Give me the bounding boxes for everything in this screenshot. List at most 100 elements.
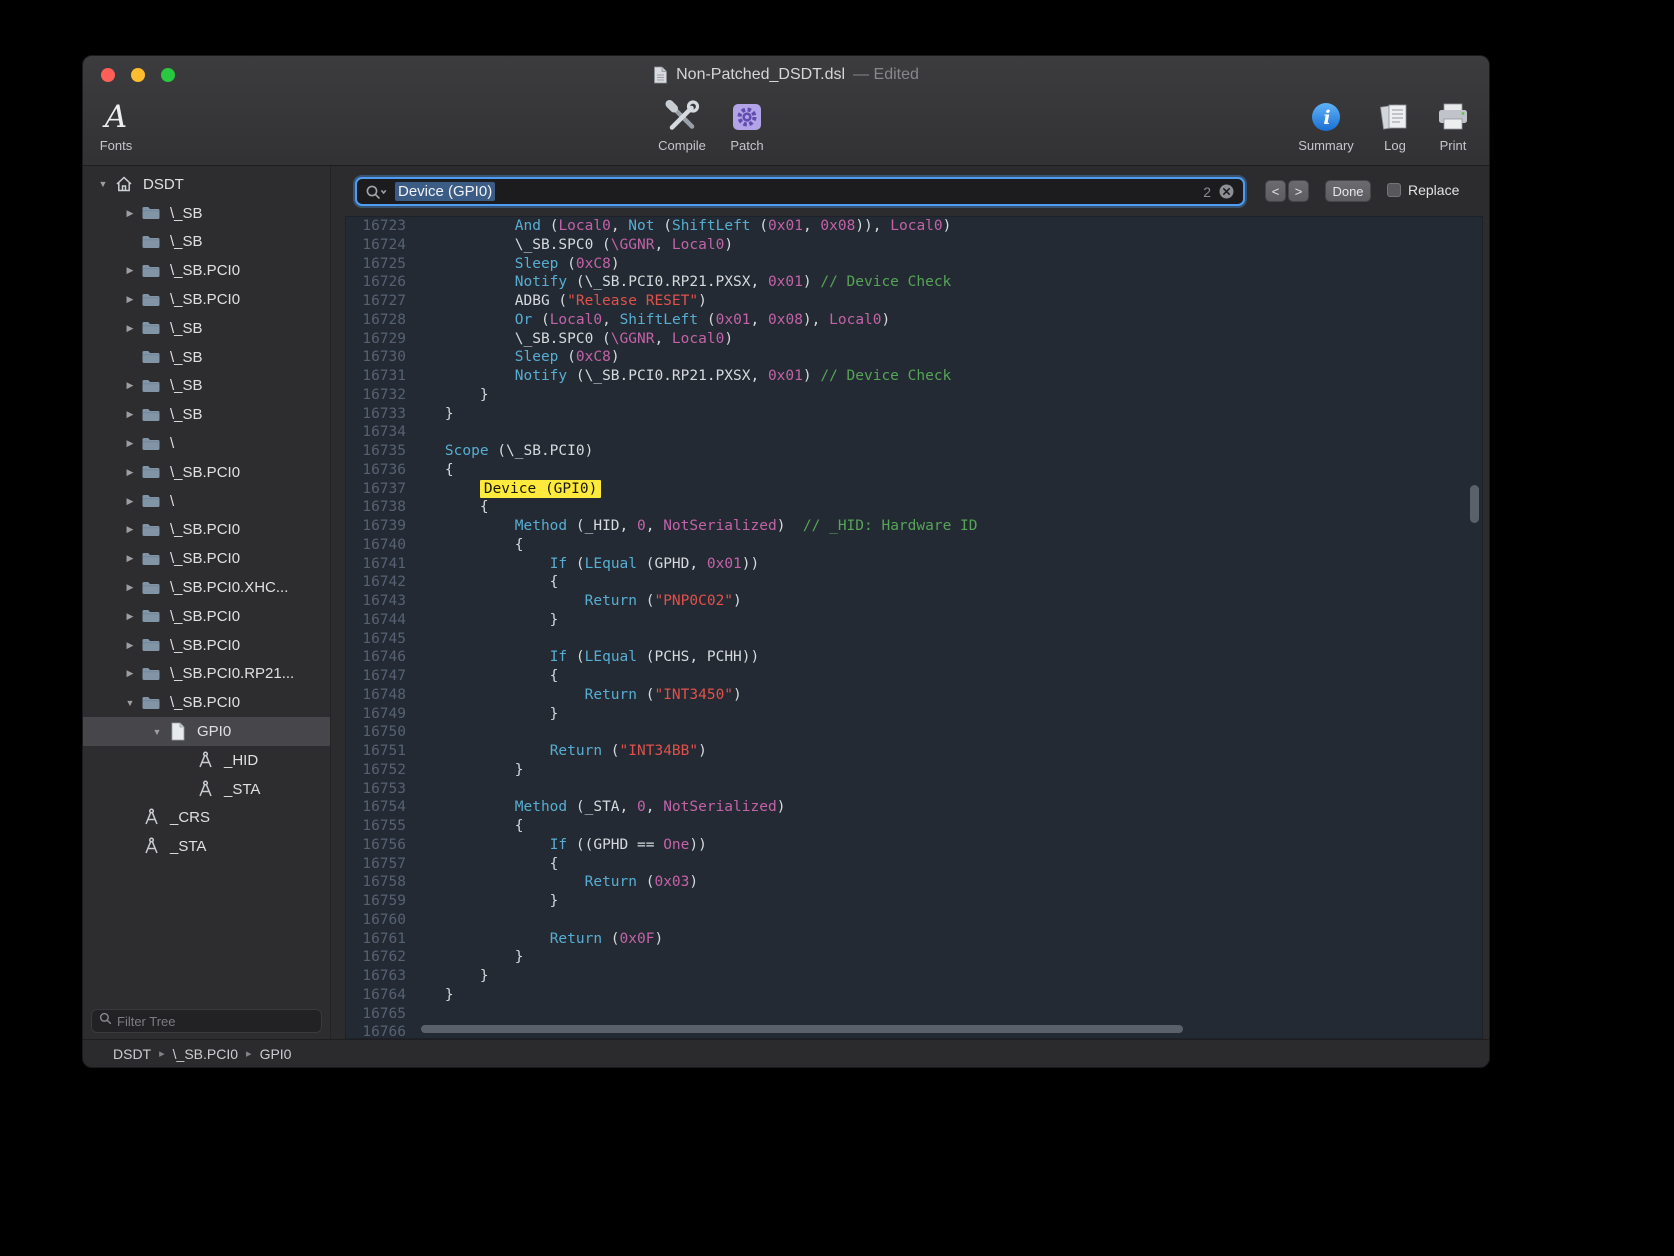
tree-item[interactable]: ▶\_SB (83, 372, 330, 401)
replace-checkbox[interactable] (1387, 183, 1401, 197)
disclosure-closed-icon[interactable]: ▶ (120, 496, 140, 507)
disclosure-closed-icon[interactable]: ▶ (120, 409, 140, 420)
disclosure-closed-icon[interactable]: ▶ (120, 208, 140, 219)
code-line[interactable]: 16742 { (346, 573, 1482, 592)
breadcrumb-item[interactable]: DSDT (113, 1046, 151, 1062)
clear-search-button[interactable] (1218, 183, 1235, 200)
disclosure-closed-icon[interactable]: ▶ (120, 438, 140, 449)
disclosure-closed-icon[interactable]: ▶ (120, 380, 140, 391)
code-line[interactable]: 16763 } (346, 967, 1482, 986)
tree-item[interactable]: ▶\_SB (83, 400, 330, 429)
tree-item[interactable]: ▼DSDT (83, 170, 330, 199)
disclosure-closed-icon[interactable]: ▶ (120, 265, 140, 276)
code-line[interactable]: 16745 (346, 630, 1482, 649)
code-line[interactable]: 16735 Scope (\_SB.PCI0) (346, 442, 1482, 461)
code-line[interactable]: 16762 } (346, 948, 1482, 967)
patch-button[interactable]: Patch (722, 97, 772, 153)
code-line[interactable]: 16755 { (346, 817, 1482, 836)
breadcrumb-item[interactable]: GPI0 (260, 1046, 292, 1062)
filter-tree-input[interactable] (117, 1014, 314, 1029)
tree-item[interactable]: ▶\_SB (83, 314, 330, 343)
summary-button[interactable]: i Summary (1290, 97, 1362, 153)
compile-button[interactable]: Compile (649, 97, 715, 153)
code-line[interactable]: 16741 If (LEqual (GPHD, 0x01)) (346, 555, 1482, 574)
disclosure-open-icon[interactable]: ▼ (120, 698, 140, 708)
done-button[interactable]: Done (1325, 180, 1371, 202)
code-line[interactable]: 16759 } (346, 892, 1482, 911)
tree-item[interactable]: ▶\_SB.PCI0 (83, 602, 330, 631)
zoom-button[interactable] (161, 68, 175, 82)
code-line[interactable]: 16732 } (346, 386, 1482, 405)
code-line[interactable]: 16758 Return (0x03) (346, 873, 1482, 892)
disclosure-open-icon[interactable]: ▼ (93, 179, 113, 189)
horizontal-scrollbar[interactable] (421, 1025, 1183, 1033)
tree-item[interactable]: ▼GPI0 (83, 717, 330, 746)
code-line[interactable]: 16729 \_SB.SPC0 (\GGNR, Local0) (346, 330, 1482, 349)
code-line[interactable]: 16740 { (346, 536, 1482, 555)
code-line[interactable]: 16725 Sleep (0xC8) (346, 255, 1482, 274)
code-line[interactable]: 16752 } (346, 761, 1482, 780)
tree-item[interactable]: ▶\ (83, 429, 330, 458)
code-line[interactable]: 16765 (346, 1005, 1482, 1024)
code-line[interactable]: 16739 Method (_HID, 0, NotSerialized) //… (346, 517, 1482, 536)
code-line[interactable]: 16738 { (346, 498, 1482, 517)
search-icon[interactable] (365, 184, 388, 200)
code-line[interactable]: 16748 Return ("INT3450") (346, 686, 1482, 705)
code-line[interactable]: 16736 { (346, 461, 1482, 480)
tree-item[interactable]: \_SB (83, 228, 330, 257)
code-line[interactable]: 16731 Notify (\_SB.PCI0.RP21.PXSX, 0x01)… (346, 367, 1482, 386)
code-line[interactable]: 16746 If (LEqual (PCHS, PCHH)) (346, 648, 1482, 667)
close-button[interactable] (101, 68, 115, 82)
disclosure-closed-icon[interactable]: ▶ (120, 640, 140, 651)
breadcrumb-item[interactable]: \_SB.PCI0 (173, 1046, 238, 1062)
tree-item[interactable]: ▶\ (83, 487, 330, 516)
disclosure-closed-icon[interactable]: ▶ (120, 553, 140, 564)
find-search-field[interactable]: Device (GPI0) 2 (355, 177, 1245, 206)
code-line[interactable]: 16743 Return ("PNP0C02") (346, 592, 1482, 611)
tree-item[interactable]: \_SB (83, 343, 330, 372)
code-line[interactable]: 16726 Notify (\_SB.PCI0.RP21.PXSX, 0x01)… (346, 273, 1482, 292)
filter-tree-field[interactable] (91, 1009, 322, 1033)
code-line[interactable]: 16733 } (346, 405, 1482, 424)
tree-item[interactable]: _HID (83, 746, 330, 775)
tree-item[interactable]: ▶\_SB.PCI0 (83, 458, 330, 487)
disclosure-closed-icon[interactable]: ▶ (120, 611, 140, 622)
disclosure-open-icon[interactable]: ▼ (147, 727, 167, 737)
code-line[interactable]: 16764 } (346, 986, 1482, 1005)
code-editor[interactable]: 16723 And (Local0, Not (ShiftLeft (0x01,… (345, 216, 1483, 1039)
code-line[interactable]: 16760 (346, 911, 1482, 930)
tree-item[interactable]: ▶\_SB (83, 199, 330, 228)
code-line[interactable]: 16727 ADBG ("Release RESET") (346, 292, 1482, 311)
code-line[interactable]: 16734 (346, 423, 1482, 442)
find-next-button[interactable]: > (1288, 180, 1309, 202)
code-line[interactable]: 16757 { (346, 855, 1482, 874)
minimize-button[interactable] (131, 68, 145, 82)
code-line[interactable]: 16728 Or (Local0, ShiftLeft (0x01, 0x08)… (346, 311, 1482, 330)
code-line[interactable]: 16730 Sleep (0xC8) (346, 348, 1482, 367)
code-line[interactable]: 16747 { (346, 667, 1482, 686)
code-line[interactable]: 16753 (346, 780, 1482, 799)
tree-item[interactable]: _STA (83, 775, 330, 804)
log-button[interactable]: Log (1374, 97, 1416, 153)
tree-item[interactable]: ▼\_SB.PCI0 (83, 688, 330, 717)
code-line[interactable]: 16724 \_SB.SPC0 (\GGNR, Local0) (346, 236, 1482, 255)
tree-item[interactable]: ▶\_SB.PCI0 (83, 631, 330, 660)
tree-item[interactable]: ▶\_SB.PCI0 (83, 285, 330, 314)
tree-item[interactable]: ▶\_SB.PCI0 (83, 544, 330, 573)
code-line[interactable]: 16750 (346, 723, 1482, 742)
tree-item[interactable]: _STA (83, 832, 330, 861)
code-line[interactable]: 16761 Return (0x0F) (346, 930, 1482, 949)
disclosure-closed-icon[interactable]: ▶ (120, 323, 140, 334)
disclosure-closed-icon[interactable]: ▶ (120, 294, 140, 305)
tree-item[interactable]: ▶\_SB.PCI0 (83, 256, 330, 285)
vertical-scrollbar[interactable] (1470, 485, 1479, 523)
disclosure-closed-icon[interactable]: ▶ (120, 668, 140, 679)
code-line[interactable]: 16754 Method (_STA, 0, NotSerialized) (346, 798, 1482, 817)
code-line[interactable]: 16744 } (346, 611, 1482, 630)
tree-item[interactable]: ▶\_SB.PCI0 (83, 516, 330, 545)
code-line[interactable]: 16756 If ((GPHD == One)) (346, 836, 1482, 855)
tree-item[interactable]: _CRS (83, 804, 330, 833)
find-previous-button[interactable]: < (1265, 180, 1286, 202)
tree-item[interactable]: ▶\_SB.PCI0.XHC... (83, 573, 330, 602)
tree-item[interactable]: ▶\_SB.PCI0.RP21... (83, 660, 330, 689)
